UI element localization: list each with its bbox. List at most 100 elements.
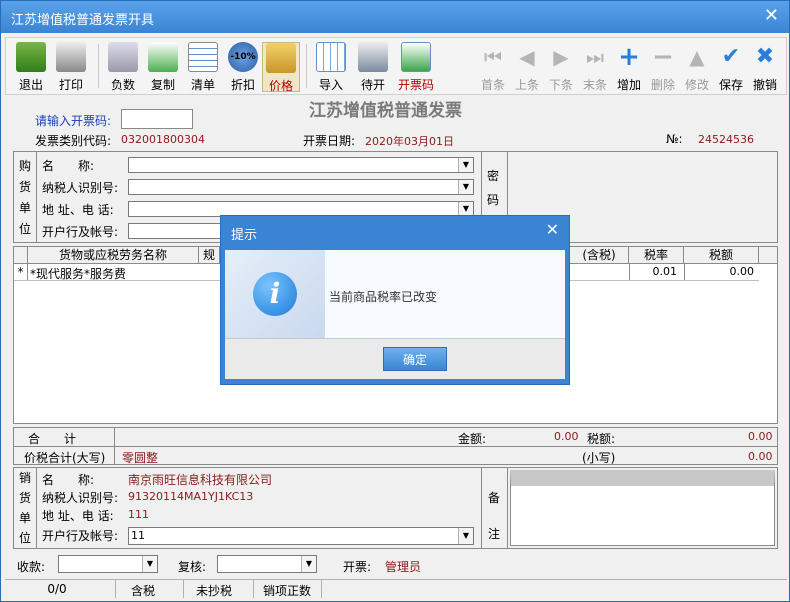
undo-button[interactable]: ✖ 撤销 [746,42,784,92]
dialog-title: 提示 [231,228,258,243]
tax-label: 税额: [587,432,616,446]
triangle-up-icon: ▲ [689,45,705,69]
status-bar: 0/0 含税 未抄税 销项正数 [5,579,787,600]
discount-icon: -10% [228,42,258,72]
seller-address-value: 111 [128,508,149,521]
toolbar: 退出 打印 负数 复制 清单 -10% 折扣 价格 导入 待开 开票码 ⏮ 首条… [5,37,787,95]
chevron-down-icon: ▼ [458,528,473,544]
remark-label: 备 注 [487,491,500,541]
add-button[interactable]: + 增加 [610,42,648,92]
list-button[interactable]: 清单 [184,42,222,92]
dialog-footer: 确定 [225,338,565,379]
review-label: 复核: [178,560,207,574]
close-icon[interactable]: ✕ [764,5,779,26]
seller-name-value: 南京雨旺信息科技有限公司 [128,473,273,487]
row-tax: 0.00 [684,264,758,280]
prev-icon: ◀ [519,45,535,69]
delete-button[interactable]: − 删除 [644,42,682,92]
invoice-code-button[interactable]: 开票码 [394,42,438,92]
invoice-no-value: 24524536 [698,133,754,146]
review-select[interactable]: ▼ [217,555,317,573]
seller-side-label: 销 货 单 位 [18,471,31,545]
last-icon: ⏭ [586,45,604,69]
copy-button[interactable]: 复制 [144,42,182,92]
seller-name-label: 名 称: [42,473,95,487]
prev-record-button[interactable]: ◀ 上条 [508,42,546,92]
discount-button[interactable]: -10% 折扣 [224,42,262,92]
seller-taxid-value: 91320114MA1YJ1KC13 [128,490,254,503]
print-button[interactable]: 打印 [52,42,90,92]
buyer-bank-label: 开户行及帐号: [42,225,119,239]
chevron-down-icon: ▼ [142,556,157,572]
remark-input[interactable] [510,470,775,546]
dialog-body: i 当前商品税率已改变 [225,250,565,338]
totals-panel: 合 计 金额: 0.00 税额: 0.00 价税合计(大写) 零圆整 (小写) … [13,427,778,465]
negative-button[interactable]: 负数 [104,42,142,92]
invoice-code-input[interactable] [121,109,193,129]
col-tax: 税额 [684,247,759,263]
chevron-down-icon: ▼ [458,180,473,194]
dialog-close-icon[interactable]: ✕ [546,220,559,239]
edit-button[interactable]: ▲ 修改 [678,42,716,92]
seller-panel: 销 货 单 位 名 称: 南京雨旺信息科技有限公司 纳税人识别号: 913201… [13,467,778,549]
last-record-button[interactable]: ⏭ 末条 [576,42,614,92]
seller-bank-label: 开户行及帐号: [42,529,119,543]
status-copy-state: 未抄税 [195,584,232,598]
buyer-taxid-label: 纳税人识别号: [42,181,119,195]
status-tax-mode: 含税 [130,584,155,598]
printer-icon [56,42,86,72]
date-value: 2020年03月01日 [365,135,454,148]
first-record-button[interactable]: ⏮ 首条 [474,42,512,92]
total-lower-label: (小写) [582,451,616,465]
payee-select[interactable]: ▼ [58,555,158,573]
payee-label: 收款: [17,560,46,574]
checkmark-icon: ✔ [721,44,741,69]
next-record-button[interactable]: ▶ 下条 [542,42,580,92]
col-goods-name: 货物或应税劳务名称 [28,247,199,263]
chevron-down-icon: ▼ [458,202,473,216]
date-label: 开票日期: [303,134,356,148]
status-record-count: 0/0 [47,582,67,596]
folder-icon [108,42,138,72]
exit-button[interactable]: 退出 [12,42,50,92]
status-invoice-type: 销项正数 [262,584,311,598]
save-button[interactable]: ✔ 保存 [712,42,750,92]
amount-label: 金额: [458,432,487,446]
ok-button[interactable]: 确定 [383,347,447,371]
title-bar: 江苏增值税普通发票开具 ✕ [1,1,789,33]
total-upper-label: 价税合计(大写) [24,451,106,465]
chevron-down-icon: ▼ [458,158,473,172]
col-spec: 规 [199,247,220,263]
import-icon [316,42,346,72]
code-prompt-label: 请输入开票码: [35,114,112,128]
row-rate: 0.01 [629,264,683,280]
buyer-name-select[interactable]: ▼ [128,157,474,173]
seller-taxid-label: 纳税人识别号: [42,491,119,505]
price-button[interactable]: 价格 [262,42,300,93]
total-upper-value: 零圆整 [122,451,159,465]
next-icon: ▶ [553,45,569,69]
buyer-taxid-select[interactable]: ▼ [128,179,474,195]
col-amount-incl: (含税) [570,247,629,263]
seller-address-label: 地 址、电 话: [42,509,114,523]
invoice-title: 江苏增值税普通发票 [309,101,462,121]
checklist-icon [401,42,431,72]
issuer-label: 开票: [343,560,372,574]
copy-icon [148,42,178,72]
pending-button[interactable]: 待开 [354,42,392,92]
tip-dialog: 提示 ✕ i 当前商品税率已改变 确定 [220,215,570,385]
tax-value: 0.00 [748,430,773,443]
price-tag-icon [266,43,296,73]
col-rate: 税率 [629,247,684,263]
chevron-down-icon: ▼ [301,556,316,572]
import-button[interactable]: 导入 [312,42,350,92]
hourglass-icon [358,42,388,72]
category-value: 032001800304 [121,133,205,146]
category-label: 发票类别代码: [35,134,112,148]
sum-label: 合 计 [28,432,77,446]
list-icon [188,42,218,72]
invoice-no-label: №: [666,132,683,146]
seller-bank-select[interactable]: 11 ▼ [128,527,474,545]
buyer-name-label: 名 称: [42,159,95,173]
amount-value: 0.00 [554,430,579,443]
